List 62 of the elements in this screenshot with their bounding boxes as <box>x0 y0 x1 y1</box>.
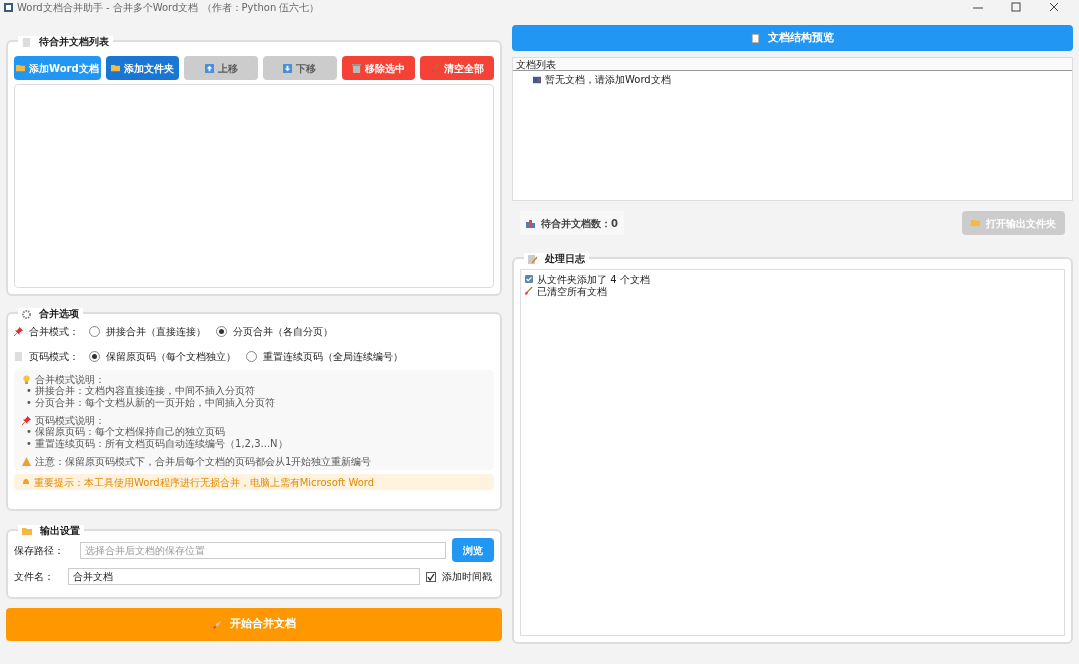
path-field[interactable]: 选择合并后文档的保存位置 <box>80 541 446 559</box>
tree-item[interactable]: 暂无文档，请添加Word文档 <box>545 72 671 87</box>
maximize-icon[interactable] <box>1011 2 1021 12</box>
help-heading: 合并模式说明： <box>35 372 105 385</box>
file-name-field[interactable]: 合并文档 <box>68 568 420 585</box>
chart-icon <box>526 218 535 228</box>
book-icon <box>751 33 760 43</box>
log-line: 从文件夹添加了 4 个文档 <box>537 272 650 286</box>
folder-icon <box>971 218 980 228</box>
checkbox-label: 添加时间戳 <box>442 570 493 584</box>
toolbar-button[interactable]: 添加Word文档 <box>14 56 101 80</box>
folder-icon <box>22 527 32 535</box>
field-label: 保存路径： <box>14 543 65 558</box>
help-text: • 重置连续页码：所有文档页码自动连续编号（1,2,3...N） <box>26 438 288 449</box>
warning-icon <box>22 456 31 466</box>
close-icon[interactable] <box>1049 2 1059 12</box>
help-text: • 拼接合并：文档内容直接连接，中间不插入分页符 <box>26 385 256 396</box>
trash-icon <box>352 63 361 73</box>
radio-label: 分页合并（各自分页） <box>233 325 333 339</box>
pin-icon <box>22 415 31 425</box>
app-icon <box>4 2 13 12</box>
gear-icon <box>22 309 31 319</box>
column-header[interactable]: 文档列表 <box>513 58 1072 71</box>
broom-icon <box>430 63 440 73</box>
memo-icon <box>528 254 537 264</box>
help-text: • 分页合并：每个文档从新的一页开始，中间插入分页符 <box>26 397 276 408</box>
browse-button[interactable]: 浏览 <box>452 538 494 562</box>
checkbox[interactable] <box>426 571 436 582</box>
radio-label: 保留原页码（每个文档独立） <box>106 350 236 364</box>
document-icon <box>533 75 541 84</box>
panel-title: 合并选项 <box>39 308 79 320</box>
help-heading: 注意：保留原页码模式下，合并后每个文档的页码都会从1开始独立重新编号 <box>35 454 372 469</box>
start-merge-button[interactable]: 开始合并文档 <box>6 608 502 641</box>
panel-title: 输出设置 <box>40 525 80 537</box>
rocket-icon <box>212 620 222 629</box>
panel-title: 处理日志 <box>545 253 585 265</box>
toolbar-button[interactable]: 清空全部 <box>420 56 494 80</box>
help-text: • 保留原页码：每个文档保持自己的独立页码 <box>26 426 226 437</box>
down-arrow-icon <box>283 63 293 73</box>
option-label: 合并模式： <box>29 325 79 339</box>
bell-icon <box>22 478 30 486</box>
help-heading: 页码模式说明： <box>35 413 105 426</box>
broom-icon <box>525 287 533 295</box>
pin-icon <box>14 327 23 336</box>
up-arrow-icon <box>204 63 214 73</box>
toolbar-button[interactable]: 移除选中 <box>341 56 416 80</box>
panel-title: 待合并文档列表 <box>39 36 109 48</box>
checkbox-icon <box>525 275 533 283</box>
radio-label: 重置连续页码（全局连续编号） <box>263 350 403 364</box>
bulb-icon <box>22 374 31 384</box>
log-line: 已清空所有文档 <box>537 285 607 299</box>
document-icon <box>14 352 23 361</box>
folder-icon <box>110 63 120 73</box>
folder-icon <box>16 63 25 73</box>
window-title: Word文档合并助手 - 合并多个Word文档 （作者：Python 伍六七） <box>17 0 320 15</box>
count-text: 待合并文档数：0 <box>541 216 618 231</box>
field-label: 文件名： <box>14 570 55 584</box>
radio-label: 拼接合并（直接连接） <box>106 325 206 339</box>
warning-text: 重要提示：本工具使用Word程序进行无损合并，电脑上需有Microsoft Word <box>34 475 375 490</box>
toolbar-button[interactable]: 添加文件夹 <box>105 56 180 80</box>
preview-button[interactable]: 文档结构预览 <box>512 25 1073 51</box>
option-label: 页码模式： <box>29 350 79 364</box>
